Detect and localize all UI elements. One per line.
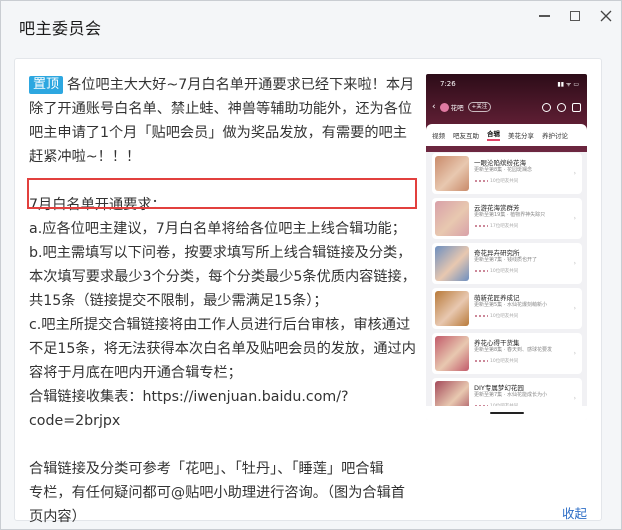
chevron-right-icon: ›	[573, 260, 576, 267]
back-icon: ‹	[432, 102, 436, 112]
title-bar: 吧主委员会	[1, 1, 621, 51]
survey-link-line[interactable]: 合辑链接收集表：https://iwenjuan.baidu.com/?	[29, 385, 407, 409]
requirements-heading: 7月白名单开通要求：	[29, 197, 166, 213]
pinned-badge: 置顶	[29, 76, 64, 94]
phone-tab-active: 合辑	[487, 129, 500, 141]
phone-status-icons: ▮▮ ᯤ ▭	[557, 81, 579, 88]
collection-meta-text: 10位吧友共同	[490, 314, 519, 319]
collection-thumbnail	[435, 336, 469, 371]
collection-subtitle: 更新至第19集 · 植物界神失踪只	[474, 212, 546, 218]
requirement-line: 不足15条，将无法获得本次白名单及贴吧会员的发放，通过内	[29, 341, 416, 357]
minimize-button[interactable]	[534, 7, 554, 25]
maximize-button[interactable]	[565, 7, 585, 25]
phone-home-bar	[426, 406, 587, 420]
phone-time: 7:26	[440, 80, 456, 88]
close-icon	[600, 10, 612, 22]
collection-thumbnail	[435, 201, 469, 236]
phone-collection-card: 一眼沦陷缤纷花海 更新至第8集 · 花园斑斓念 10位吧友共同 ›	[432, 153, 582, 194]
collection-subtitle: 更新至第7集 · 水仙花能成长为小	[474, 392, 547, 398]
phone-collection-card: 萌新花匠养成记 更新至第5集 · 水仙花爆刻萌新小 10位吧友共同 ›	[432, 288, 582, 329]
phone-collection-card: 奇花异卉研究所 更新至第7集 · 钱线质也开了 10位吧友共同 ›	[432, 243, 582, 284]
search-icon	[542, 102, 551, 112]
avatar-dots	[474, 268, 488, 273]
avatar-dots	[474, 223, 488, 228]
collapse-link[interactable]: 收起	[562, 503, 587, 522]
phone-tab: 养护讨论	[542, 132, 568, 140]
intro-line: 各位吧主大大好~7月白名单开通要求已经下来啦！本月	[67, 77, 415, 93]
chevron-right-icon: ›	[573, 395, 576, 402]
phone-tab: 美花分享	[508, 132, 534, 140]
collection-subtitle: 更新至第8集 · 春天到、感球花要发	[474, 347, 552, 353]
collection-meta: 10位吧友共同	[474, 358, 518, 364]
menu-icon	[557, 102, 566, 112]
collection-meta-text: 10位吧友共同	[490, 359, 519, 364]
avatar-dots	[474, 178, 488, 183]
chevron-right-icon: ›	[573, 305, 576, 312]
phone-tabs: 视频 吧友互助 合辑 美花分享 养护讨论	[426, 124, 587, 146]
intro-line: 赶紧冲啦~！！！	[29, 149, 141, 165]
collection-subtitle: 更新至第8集 · 花园斑斓念	[474, 167, 532, 173]
requirement-line: c.吧主所提交合辑链接将由工作人员进行后台审核，审核通过	[29, 317, 411, 333]
chevron-right-icon: ›	[573, 170, 576, 177]
collection-subtitle: 更新至第5集 · 水仙花爆刻萌新小	[474, 302, 547, 308]
survey-link-code[interactable]: code=2brjpx	[29, 409, 407, 433]
edit-icon	[572, 102, 581, 112]
follow-button: +关注	[467, 102, 492, 112]
collection-thumbnail	[435, 291, 469, 326]
avatar-dots	[474, 358, 488, 363]
phone-collection-card: 养花心得干货集 更新至第8集 · 春天到、感球花要发 10位吧友共同 ›	[432, 333, 582, 374]
window-title: 吧主委员会	[19, 19, 102, 38]
bar-name: 花吧	[450, 104, 464, 112]
close-button[interactable]	[596, 7, 616, 25]
collection-thumbnail	[435, 156, 469, 191]
collection-meta-text: 10位吧友共同	[490, 269, 519, 274]
requirement-line: b.吧主需填写以下问卷，按要求填写所上线合辑链接及分类，	[29, 245, 412, 261]
phone-card-list: 一眼沦陷缤纷花海 更新至第8集 · 花园斑斓念 10位吧友共同 › 云游花海赏群芳 更新至…	[432, 153, 582, 420]
requirement-line: 共15条（链接提交不限制，最少需满足15条）；	[29, 293, 328, 309]
minimize-icon	[538, 15, 550, 17]
phone-tab: 视频	[432, 132, 445, 140]
collection-meta-text: 17位吧友共同	[490, 224, 519, 229]
avatar-dots	[474, 313, 488, 318]
requirement-line: a.应各位吧主建议，7月白名单将给各位吧主上线合辑功能；	[29, 221, 406, 237]
phone-screenshot-image[interactable]: 7:26 ▮▮ ᯤ ▭ ‹ 花吧 +关注 视频 吧友互助 合辑 美花分享 养护讨…	[426, 74, 587, 420]
collection-meta: 10位吧友共同	[474, 178, 518, 184]
reference-line: 合辑链接及分类可参考「花吧」、「牡丹」、「睡莲」吧合辑	[29, 461, 384, 477]
collection-meta: 10位吧友共同	[474, 268, 518, 274]
collection-meta-text: 10位吧友共同	[490, 179, 519, 184]
post-content: 置顶 各位吧主大大好~7月白名单开通要求已经下来啦！本月 除了开通账号白名单、禁止…	[14, 58, 602, 525]
collection-thumbnail	[435, 246, 469, 281]
bar-avatar	[439, 102, 449, 112]
maximize-icon	[570, 11, 580, 21]
requirements-paragraph: 7月白名单开通要求： a.应各位吧主建议，7月白名单将给各位吧主上线合辑功能； …	[29, 193, 416, 433]
reference-line: 专栏，有任何疑问都可@贴吧小助理进行咨询。（图为合辑首	[29, 485, 405, 501]
reference-line: 页内容）	[29, 509, 86, 525]
intro-line: 除了开通账号白名单、禁止蛙、神兽等辅助功能外，还为各位	[29, 101, 413, 117]
requirement-line: 容将于月底在吧内开通合辑专栏；	[29, 365, 242, 381]
phone-nav: ‹ 花吧 +关注	[432, 100, 581, 114]
collection-meta: 17位吧友共同	[474, 223, 518, 229]
phone-tab: 吧友互助	[453, 132, 479, 140]
chevron-right-icon: ›	[573, 215, 576, 222]
post-text: 置顶 各位吧主大大好~7月白名单开通要求已经下来啦！本月 除了开通账号白名单、禁止…	[29, 73, 416, 530]
reference-paragraph: 合辑链接及分类可参考「花吧」、「牡丹」、「睡莲」吧合辑 专栏，有任何疑问都可@贴…	[29, 457, 407, 529]
intro-paragraph: 置顶 各位吧主大大好~7月白名单开通要求已经下来啦！本月 除了开通账号白名单、禁止…	[29, 73, 414, 169]
intro-line: 吧主申请了1个月「贴吧会员」做为奖品发放，有需要的吧主	[29, 125, 407, 141]
phone-collection-card: 云游花海赏群芳 更新至第19集 · 植物界神失踪只 17位吧友共同 ›	[432, 198, 582, 239]
dialog-window: 吧主委员会 置顶 各位吧主大大好~7月白名单开通要求已经下来啦！本月 除了开通账号…	[0, 0, 622, 530]
requirement-line: 本次填写要求最少3个分类，每个分类最少5条优质内容链接，	[29, 269, 416, 285]
collection-meta: 10位吧友共同	[474, 313, 518, 319]
collection-subtitle: 更新至第7集 · 钱线质也开了	[474, 257, 537, 263]
chevron-right-icon: ›	[573, 350, 576, 357]
